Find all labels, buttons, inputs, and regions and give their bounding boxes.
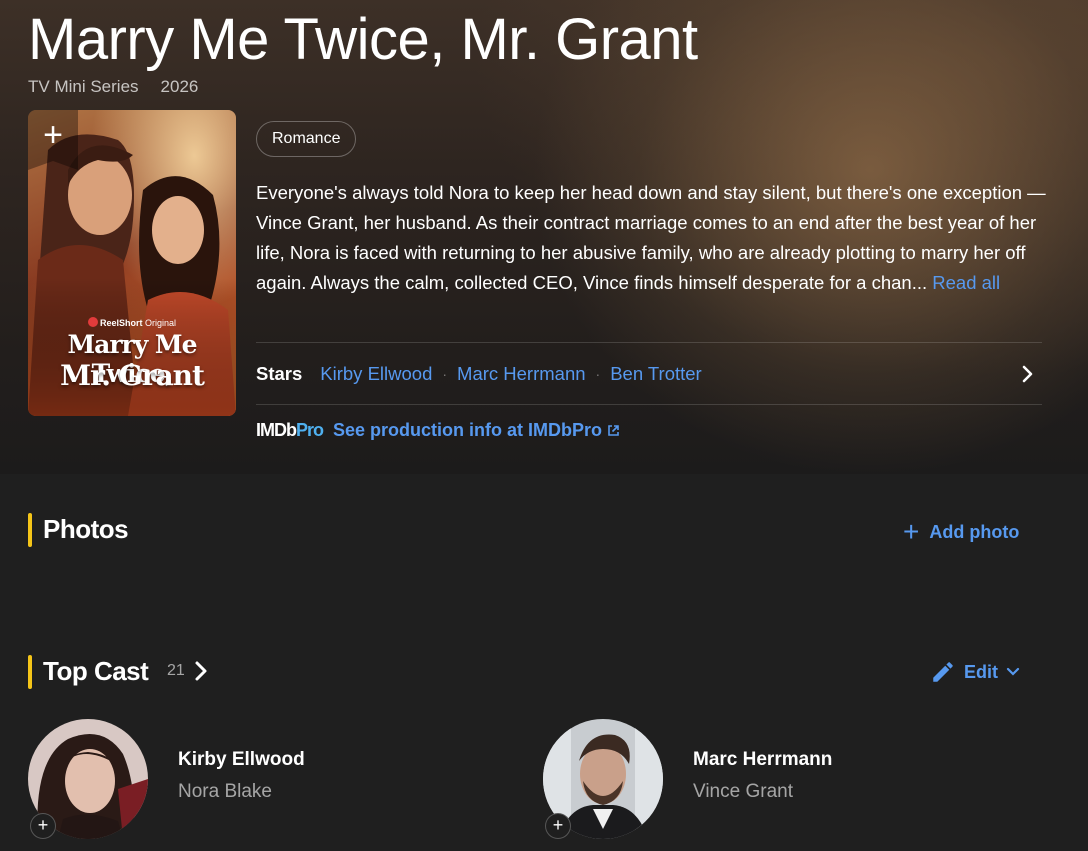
edit-label: Edit — [964, 661, 998, 682]
page-title: Marry Me Twice, Mr. Grant — [28, 7, 698, 72]
character-name[interactable]: Vince Grant — [693, 781, 793, 803]
divider — [256, 342, 1042, 343]
pencil-icon — [933, 662, 953, 682]
cast-name[interactable]: Marc Herrmann — [693, 749, 832, 771]
star-link[interactable]: Marc Herrmann — [457, 363, 586, 385]
cast-name[interactable]: Kirby Ellwood — [178, 749, 305, 771]
photos-heading[interactable]: Photos — [43, 514, 129, 545]
star-link[interactable]: Kirby Ellwood — [320, 363, 432, 385]
title-type[interactable]: TV Mini Series — [28, 77, 139, 97]
read-all-link[interactable]: Read all — [932, 272, 1000, 293]
divider — [256, 404, 1042, 405]
character-name[interactable]: Nora Blake — [178, 781, 272, 803]
section-accent-bar — [28, 655, 32, 689]
plot-summary: Everyone's always told Nora to keep her … — [256, 178, 1046, 298]
separator-dot: · — [442, 366, 448, 382]
add-cast-member-icon[interactable]: + — [30, 813, 56, 839]
poster[interactable]: + ReelShort Original Marry Me Twice, Mr.… — [28, 110, 236, 416]
poster-brand: ReelShort Original — [28, 317, 236, 328]
stars-label: Stars — [256, 363, 303, 384]
imdbpro-logo: IMDbPro — [256, 420, 324, 440]
chevron-down-icon — [1006, 667, 1020, 676]
chevron-right-icon[interactable] — [194, 660, 208, 682]
genre-chip[interactable]: Romance — [256, 121, 357, 157]
imdbpro-link[interactable]: See production info at IMDbPro — [333, 420, 602, 441]
external-link-icon — [608, 425, 619, 436]
add-photo-label: Add photo — [929, 521, 1020, 542]
plot-text: Everyone's always told Nora to keep her … — [256, 182, 1046, 293]
star-link[interactable]: Ben Trotter — [610, 363, 702, 385]
plus-icon: + — [903, 516, 920, 547]
section-accent-bar — [28, 513, 32, 547]
cast-count: 21 — [167, 662, 185, 679]
stars-row[interactable]: Stars Kirby Ellwood · Marc Herrmann · Be… — [256, 358, 1042, 390]
add-to-watchlist-button[interactable]: + — [28, 110, 78, 170]
add-cast-member-icon[interactable]: + — [545, 813, 571, 839]
separator-dot: · — [595, 366, 601, 382]
title-metadata: TV Mini Series 2026 — [28, 77, 198, 97]
top-cast-heading[interactable]: Top Cast — [43, 656, 149, 687]
release-year[interactable]: 2026 — [161, 77, 199, 97]
add-photo-button[interactable]: + Add photo — [903, 516, 1020, 547]
edit-cast-button[interactable]: Edit — [930, 659, 1028, 685]
chevron-right-icon[interactable] — [1022, 365, 1034, 383]
poster-title-line2: Mr. Grant — [60, 359, 205, 392]
cast-member[interactable]: + Kirby Ellwood Nora Blake — [28, 719, 428, 839]
reelshort-logo-icon — [87, 317, 98, 327]
imdbpro-row[interactable]: IMDbPro See production info at IMDbPro — [256, 420, 620, 441]
cast-member[interactable]: + Marc Herrmann Vince Grant — [543, 719, 943, 839]
